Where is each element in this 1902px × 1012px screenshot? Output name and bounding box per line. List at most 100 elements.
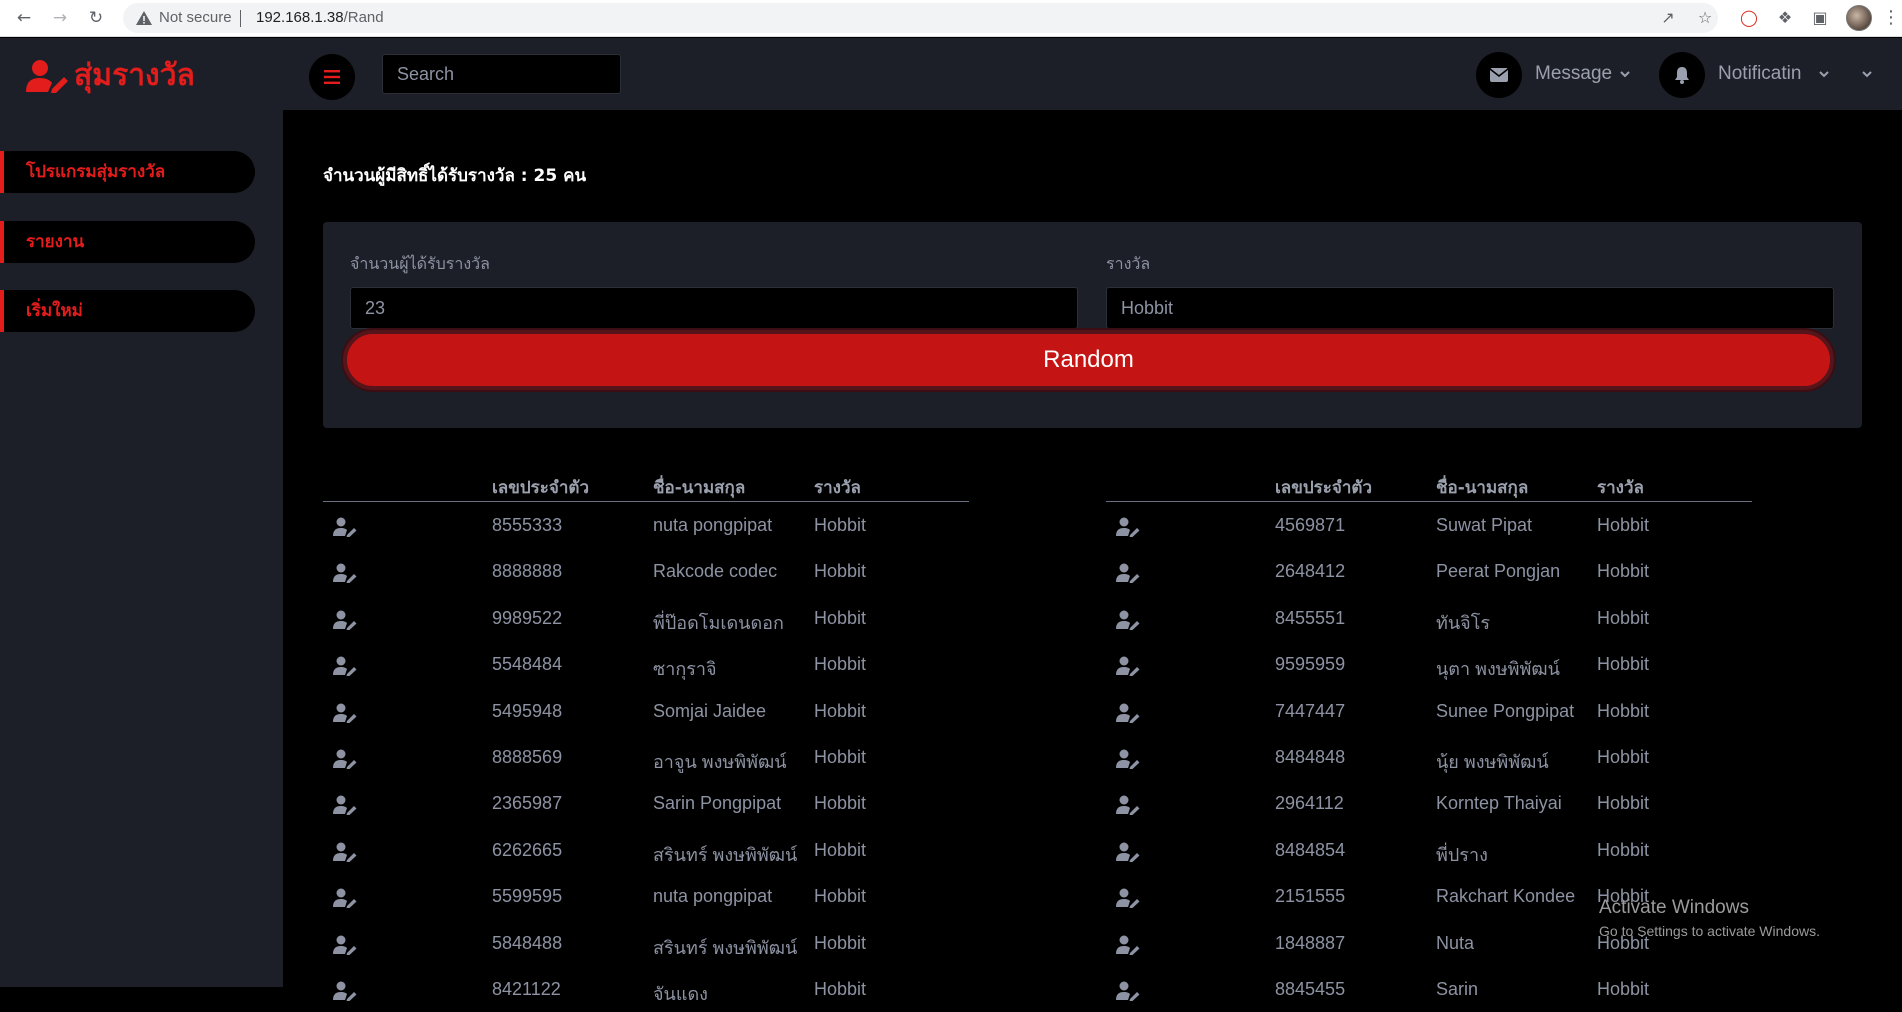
sidebar-item-restart[interactable]: เริ่มใหม่ bbox=[0, 290, 255, 332]
menu-toggle-button[interactable] bbox=[309, 54, 355, 100]
cell-id: 5495948 bbox=[492, 700, 563, 721]
cell-name: ซากุราจิ bbox=[653, 659, 717, 680]
user-edit-icon[interactable] bbox=[1116, 610, 1140, 630]
user-edit-icon[interactable] bbox=[333, 610, 357, 630]
cell-id: 5848488 bbox=[492, 932, 563, 953]
table-row: 2365987 Sarin Pongpipat Hobbit bbox=[323, 780, 969, 826]
user-edit-icon[interactable] bbox=[1116, 981, 1140, 1001]
user-edit-icon[interactable] bbox=[333, 563, 357, 584]
brand-title: สุ่มรางวัล bbox=[74, 58, 195, 93]
sidebar-item-random-program[interactable]: โปรแกรมสุ่มรางวัล bbox=[0, 151, 255, 193]
user-edit-icon[interactable] bbox=[333, 517, 357, 537]
cell-id: 2964112 bbox=[1275, 793, 1344, 814]
table-row: 7447447 Sunee Pongpipat Hobbit bbox=[1106, 688, 1752, 734]
random-button[interactable]: Random bbox=[343, 330, 1834, 390]
main-content: จำนวนผู้มีสิทธิ์ได้รับรางวัล : 25 คน จำน… bbox=[283, 110, 1902, 1004]
cell-prize: Hobbit bbox=[1597, 515, 1650, 535]
notification-label[interactable]: Notificatin bbox=[1718, 63, 1801, 85]
cell-prize: Hobbit bbox=[814, 886, 867, 907]
cell-name: พี่ป๊อดโมเดนดอก bbox=[653, 612, 784, 633]
table-row: 8845455 Sarin Hobbit bbox=[1106, 966, 1752, 1012]
cell-prize: Hobbit bbox=[1597, 607, 1650, 628]
cell-prize: Hobbit bbox=[814, 607, 867, 628]
share-icon[interactable]: ↗ bbox=[1656, 6, 1680, 30]
cell-name: nuta pongpipat bbox=[653, 886, 773, 907]
cell-id: 8484854 bbox=[1275, 839, 1346, 860]
cell-name: Sunee Pongpipat bbox=[1436, 700, 1575, 721]
cell-prize: Hobbit bbox=[814, 932, 867, 953]
random-form-panel: จำนวนผู้ได้รับรางวัล รางวัล Random bbox=[323, 222, 1862, 428]
cell-prize: Hobbit bbox=[814, 654, 867, 675]
reload-icon[interactable]: ↻ bbox=[84, 6, 108, 30]
user-edit-icon[interactable] bbox=[333, 703, 357, 723]
cell-id: 9989522 bbox=[492, 607, 563, 628]
table-row: 8421122 จันแดง Hobbit bbox=[323, 966, 969, 1012]
cell-prize: Hobbit bbox=[1597, 746, 1650, 767]
table-row: 9595959 นุตา พงษพิพัฒน์ Hobbit bbox=[1106, 641, 1752, 687]
extension-shield-icon[interactable]: ◯ bbox=[1737, 6, 1761, 30]
cell-id: 8888888 bbox=[492, 561, 563, 582]
puzzle-icon[interactable]: ❖ bbox=[1773, 6, 1797, 30]
watermark-subtitle: Go to Settings to activate Windows. bbox=[1599, 923, 1820, 939]
cell-id: 8888569 bbox=[492, 746, 563, 767]
cell-name: สรินทร์ พงษพิพัฒน์ bbox=[653, 937, 798, 958]
chevron-down-icon[interactable] bbox=[1619, 68, 1631, 80]
url-host: 192.168.1.38 bbox=[256, 9, 344, 26]
user-edit-icon[interactable] bbox=[1116, 888, 1140, 909]
user-edit-icon[interactable] bbox=[333, 842, 357, 862]
user-edit-icon[interactable] bbox=[1116, 749, 1140, 769]
cell-name: สรินทร์ พงษพิพัฒน์ bbox=[653, 844, 798, 865]
table-row: 6262665 สรินทร์ พงษพิพัฒน์ Hobbit bbox=[323, 827, 969, 873]
table-row: 8555333 nuta pongpipat Hobbit bbox=[323, 502, 969, 548]
sidebar-item-label: เริ่มใหม่ bbox=[26, 301, 83, 321]
user-edit-icon[interactable] bbox=[1116, 656, 1140, 677]
search-input[interactable] bbox=[382, 54, 621, 94]
sidebar-item-label: โปรแกรมสุ่มรางวัล bbox=[26, 162, 166, 182]
user-edit-icon[interactable] bbox=[333, 981, 357, 1001]
user-edit-icon[interactable] bbox=[1116, 517, 1140, 537]
user-edit-icon[interactable] bbox=[1116, 842, 1140, 862]
user-edit-icon[interactable] bbox=[333, 749, 357, 769]
address-bar[interactable]: Not secure 192.168.1.38/Rand bbox=[123, 3, 1718, 33]
url-separator bbox=[240, 10, 241, 27]
cell-id: 8845455 bbox=[1275, 978, 1346, 999]
cell-name: นุ้ย พงษพิพัฒน์ bbox=[1436, 751, 1549, 772]
user-edit-icon[interactable] bbox=[1116, 795, 1140, 816]
sidepanel-icon[interactable]: ▣ bbox=[1808, 6, 1832, 30]
user-edit-icon[interactable] bbox=[1116, 935, 1140, 955]
user-edit-icon[interactable] bbox=[333, 656, 357, 677]
browser-toolbar: ← → ↻ Not secure 192.168.1.38/Rand ↗ ☆ ◯… bbox=[0, 0, 1902, 37]
eligible-count: จำนวนผู้มีสิทธิ์ได้รับรางวัล : 25 คน bbox=[323, 166, 587, 186]
kebab-menu-icon[interactable]: ⋮ bbox=[1882, 6, 1900, 30]
bell-icon bbox=[1675, 67, 1689, 84]
message-button[interactable] bbox=[1476, 52, 1522, 98]
user-edit-icon[interactable] bbox=[333, 888, 357, 909]
table-row: 2648412 Peerat Pongjan Hobbit bbox=[1106, 548, 1752, 594]
table-row: 5599595 nuta pongpipat Hobbit bbox=[323, 873, 969, 919]
cell-id: 8455551 bbox=[1275, 607, 1346, 628]
table-row: 4569871 Suwat Pipat Hobbit bbox=[1106, 502, 1752, 548]
table-row: 8484848 นุ้ย พงษพิพัฒน์ Hobbit bbox=[1106, 734, 1752, 780]
chevron-down-icon[interactable] bbox=[1861, 68, 1873, 80]
notification-button[interactable] bbox=[1659, 52, 1705, 98]
forward-arrow-icon[interactable]: → bbox=[48, 6, 72, 30]
star-icon[interactable]: ☆ bbox=[1693, 6, 1717, 30]
sidebar-item-report[interactable]: รายงาน bbox=[0, 221, 255, 263]
sidebar: โปรแกรมสุ่มรางวัล รายงาน เริ่มใหม่ bbox=[0, 110, 283, 987]
prize-input[interactable] bbox=[1106, 287, 1834, 329]
message-label[interactable]: Message bbox=[1535, 63, 1612, 85]
back-arrow-icon[interactable]: ← bbox=[12, 6, 36, 30]
profile-avatar[interactable] bbox=[1846, 5, 1872, 31]
table-row: 5548484 ซากุราจิ Hobbit bbox=[323, 641, 969, 687]
user-edit-icon[interactable] bbox=[333, 935, 357, 955]
user-edit-icon[interactable] bbox=[333, 795, 357, 816]
user-edit-icon[interactable] bbox=[1116, 703, 1140, 723]
table-header: เลขประจำตัว ชื่อ-นามสกุล รางวัล bbox=[323, 460, 969, 502]
winners-count-input[interactable] bbox=[350, 287, 1078, 329]
chevron-down-icon[interactable] bbox=[1818, 68, 1830, 80]
table-row: 5848488 สรินทร์ พงษพิพัฒน์ Hobbit bbox=[323, 920, 969, 966]
brand[interactable]: สุ่มรางวัล bbox=[26, 52, 195, 99]
url-text[interactable]: 192.168.1.38/Rand bbox=[256, 9, 384, 26]
user-edit-icon[interactable] bbox=[1116, 563, 1140, 584]
prize-label: รางวัล bbox=[1106, 254, 1151, 273]
